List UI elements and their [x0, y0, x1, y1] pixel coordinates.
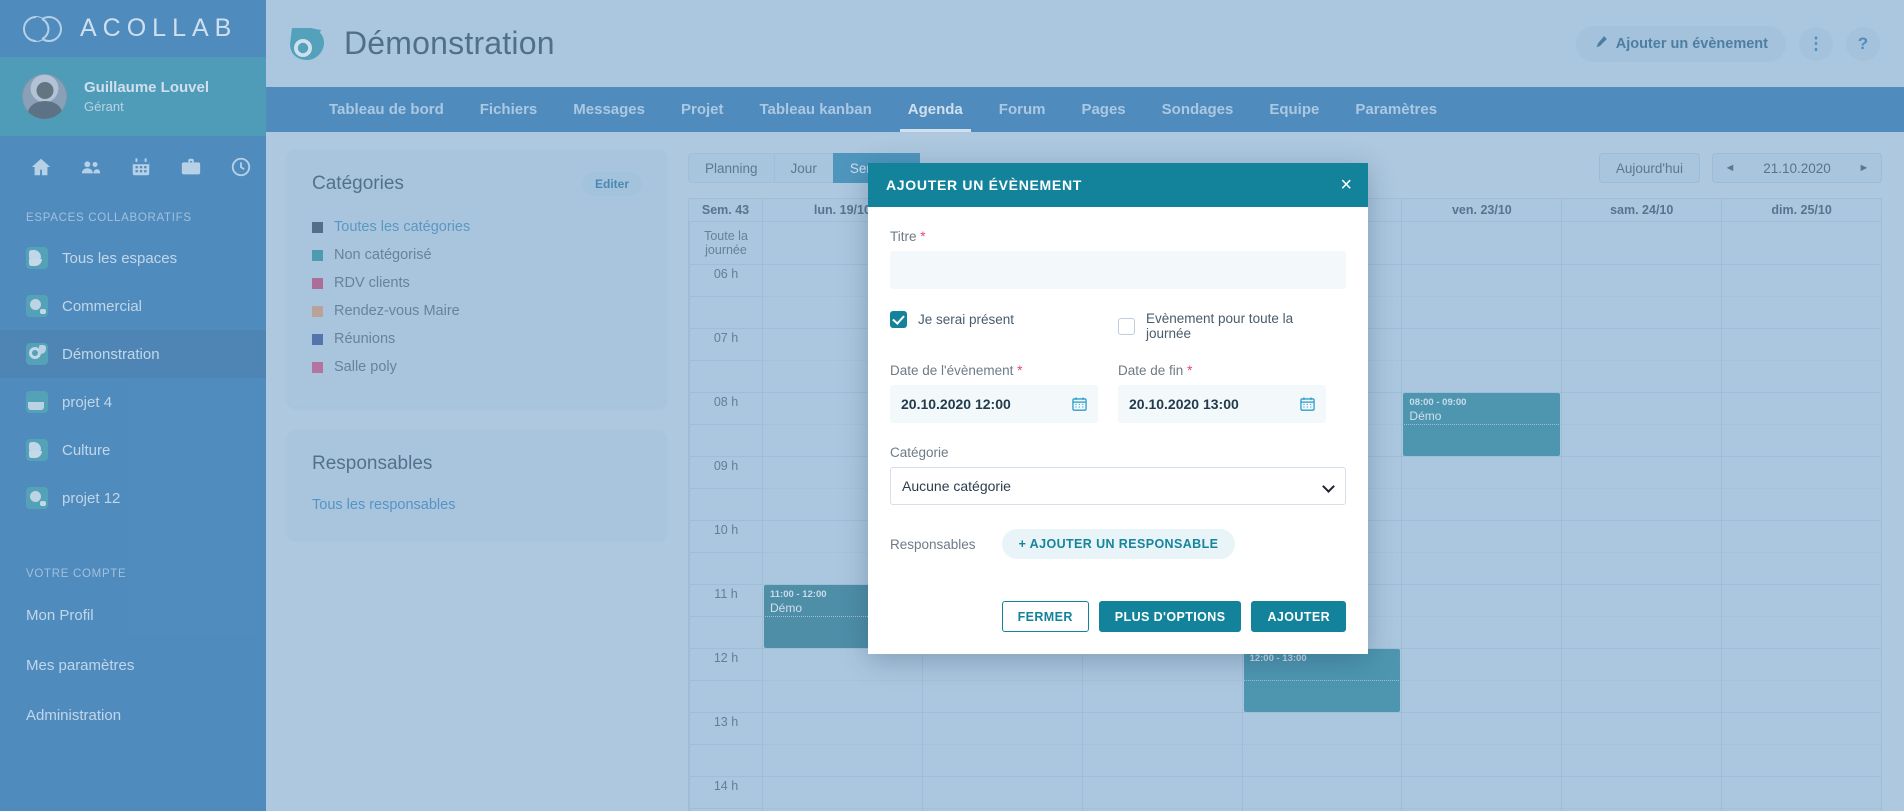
allday-checkbox-wrap: Evènement pour toute la journée: [1118, 311, 1346, 341]
title-field-label: Titre *: [890, 229, 1346, 244]
category-label: Catégorie: [890, 445, 1346, 460]
checkbox-row: Je serai présent Evènement pour toute la…: [890, 311, 1346, 341]
end-date-wrap: Date de fin *: [1118, 363, 1346, 423]
start-date-input[interactable]: [890, 385, 1098, 423]
required-mark: *: [1017, 363, 1022, 378]
present-checkbox-label: Je serai présent: [918, 312, 1014, 327]
app-root: ACOLLAB Guillaume Louvel Gérant: [0, 0, 1904, 811]
category-field-wrap: Catégorie: [890, 445, 1346, 505]
present-checkbox-row[interactable]: Je serai présent: [890, 311, 1098, 328]
end-date-label-text: Date de fin: [1118, 363, 1183, 378]
responsables-field-label: Responsables: [890, 537, 976, 552]
present-checkbox-wrap: Je serai présent: [890, 311, 1118, 341]
category-select-wrap: [890, 467, 1346, 505]
add-button[interactable]: AJOUTER: [1251, 601, 1346, 632]
responsables-row: Responsables + AJOUTER UN RESPONSABLE: [890, 529, 1346, 559]
modal-title: AJOUTER UN ÉVÈNEMENT: [886, 177, 1082, 193]
start-date-field: [890, 385, 1098, 423]
modal-header: AJOUTER UN ÉVÈNEMENT ×: [868, 163, 1368, 207]
title-label-text: Titre: [890, 229, 917, 244]
allday-checkbox-label: Evènement pour toute la journée: [1146, 311, 1326, 341]
modal-footer: FERMER PLUS D'OPTIONS AJOUTER: [868, 575, 1368, 654]
present-checkbox[interactable]: [890, 311, 907, 328]
calendar-icon[interactable]: [1072, 397, 1087, 412]
start-date-label-text: Date de l'évènement: [890, 363, 1013, 378]
dates-row: Date de l'évènement *: [890, 363, 1346, 423]
more-options-button[interactable]: PLUS D'OPTIONS: [1099, 601, 1242, 632]
end-date-label: Date de fin *: [1118, 363, 1326, 378]
add-event-modal: AJOUTER UN ÉVÈNEMENT × Titre * Je serai …: [868, 163, 1368, 654]
allday-checkbox-row[interactable]: Evènement pour toute la journée: [1118, 311, 1326, 341]
calendar-icon[interactable]: [1300, 397, 1315, 412]
start-date-label: Date de l'évènement *: [890, 363, 1098, 378]
category-select[interactable]: [890, 467, 1346, 505]
start-date-wrap: Date de l'évènement *: [890, 363, 1118, 423]
end-date-input[interactable]: [1118, 385, 1326, 423]
event-title-input[interactable]: [890, 251, 1346, 289]
required-mark: *: [1187, 363, 1192, 378]
add-responsable-button[interactable]: + AJOUTER UN RESPONSABLE: [1002, 529, 1236, 559]
close-button[interactable]: FERMER: [1002, 601, 1089, 632]
end-date-field: [1118, 385, 1326, 423]
close-icon[interactable]: ×: [1340, 175, 1352, 195]
allday-checkbox[interactable]: [1118, 318, 1135, 335]
required-mark: *: [920, 229, 925, 244]
modal-body: Titre * Je serai présent Evènement pour …: [868, 207, 1368, 575]
